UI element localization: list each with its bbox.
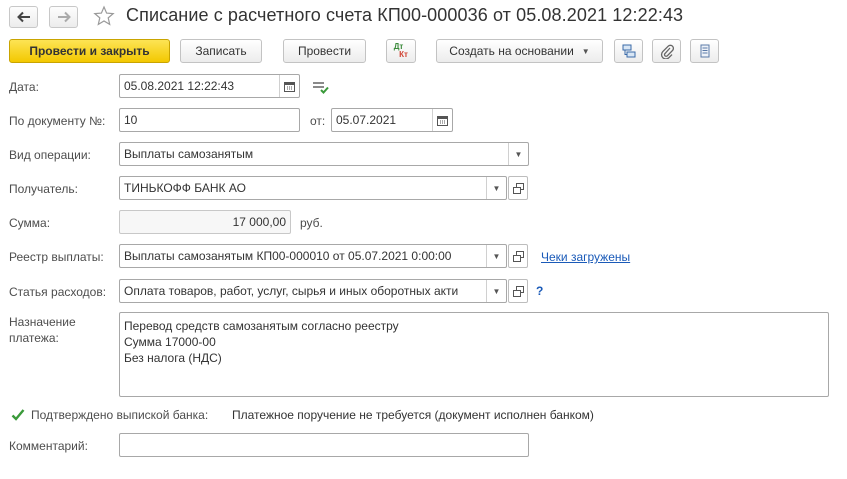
paperclip-icon <box>660 44 674 59</box>
date-calendar-button[interactable] <box>279 75 299 97</box>
chevron-down-icon: ▼ <box>492 286 501 296</box>
create-based-on-button[interactable]: Создать на основании ▼ <box>436 39 603 63</box>
purpose-textarea[interactable]: Перевод средств самозанятым согласно рее… <box>119 312 829 397</box>
edit-number-icon[interactable] <box>312 79 329 94</box>
expense-select[interactable]: Оплата товаров, работ, услуг, сырья и ин… <box>119 279 507 303</box>
dt-kt-button[interactable]: Дт Кт <box>386 39 416 63</box>
registry-open-button[interactable] <box>508 244 528 268</box>
registry-dropdown-button[interactable]: ▼ <box>486 245 506 267</box>
doc-date-field[interactable]: 05.07.2021 <box>331 108 453 132</box>
hierarchy-icon <box>622 44 635 58</box>
purpose-label: Назначение платежа: <box>9 314 76 346</box>
recipient-label: Получатель: <box>9 182 78 196</box>
recipient-value: ТИНЬКОФФ БАНК АО <box>124 181 246 195</box>
arrow-right-icon <box>57 11 71 23</box>
bank-confirmed-checkbox[interactable] <box>10 407 26 423</box>
amount-field[interactable]: 17 000,00 <box>119 210 291 234</box>
registry-select[interactable]: Выплаты самозанятым КП00-000010 от 05.07… <box>119 244 507 268</box>
purpose-line: Без налога (НДС) <box>124 351 222 365</box>
purpose-label-line2: платежа: <box>9 331 59 345</box>
doc-date-calendar-button[interactable] <box>432 109 452 131</box>
operation-dropdown-button[interactable]: ▼ <box>508 143 528 165</box>
forward-button[interactable] <box>49 6 78 28</box>
chevron-down-icon: ▼ <box>492 251 501 261</box>
doc-number-value: 10 <box>124 113 138 127</box>
doc-date-label: от: <box>310 114 326 128</box>
attach-file-button[interactable] <box>652 39 681 63</box>
date-label: Дата: <box>9 80 39 94</box>
calendar-icon <box>284 81 295 92</box>
comment-label: Комментарий: <box>9 439 88 453</box>
amount-value: 17 000,00 <box>232 215 286 229</box>
kt-label: Кт <box>399 50 408 59</box>
chevron-down-icon: ▼ <box>581 46 590 56</box>
purpose-line: Перевод средств самозанятым согласно рее… <box>124 319 399 333</box>
purpose-label-line1: Назначение <box>9 315 76 329</box>
recipient-open-button[interactable] <box>508 176 528 200</box>
create-based-on-label: Создать на основании <box>449 44 574 58</box>
back-button[interactable] <box>9 6 38 28</box>
recipient-dropdown-button[interactable]: ▼ <box>486 177 506 199</box>
command-bar: Провести и закрыть Записать Провести Дт … <box>0 37 847 65</box>
star-icon[interactable] <box>93 5 115 27</box>
more-actions-button[interactable] <box>690 39 719 63</box>
amount-currency: руб. <box>300 216 323 230</box>
open-window-icon <box>512 182 524 194</box>
post-and-close-button[interactable]: Провести и закрыть <box>9 39 170 63</box>
date-value: 05.08.2021 12:22:43 <box>124 79 235 93</box>
chevron-down-icon: ▼ <box>492 183 501 193</box>
operation-select[interactable]: Выплаты самозанятым ▼ <box>119 142 529 166</box>
page-title: Списание с расчетного счета КП00-000036 … <box>126 5 684 25</box>
structure-button[interactable] <box>614 39 643 63</box>
doc-date-value: 05.07.2021 <box>336 113 397 127</box>
amount-label: Сумма: <box>9 216 51 230</box>
title-bar: Списание с расчетного счета КП00-000036 … <box>0 0 847 34</box>
doc-number-label: По документу №: <box>9 114 106 128</box>
receipts-loaded-link[interactable]: Чеки загружены <box>541 250 630 264</box>
operation-value: Выплаты самозанятым <box>124 147 254 161</box>
expense-value: Оплата товаров, работ, услуг, сырья и ин… <box>124 284 459 298</box>
doc-number-field[interactable]: 10 <box>119 108 300 132</box>
calendar-icon <box>437 115 448 126</box>
date-field[interactable]: 05.08.2021 12:22:43 <box>119 74 300 98</box>
post-button[interactable]: Провести <box>283 39 366 63</box>
bank-confirmed-label: Подтверждено выпиской банка: <box>31 408 209 422</box>
open-window-icon <box>512 285 524 297</box>
list-icon <box>700 44 709 58</box>
expense-dropdown-button[interactable]: ▼ <box>486 280 506 302</box>
expense-help-icon[interactable]: ? <box>536 284 543 298</box>
dt-kt-icon: Дт Кт <box>394 43 409 59</box>
purpose-line: Сумма 17000-00 <box>124 335 216 349</box>
comment-input[interactable] <box>119 433 529 457</box>
arrow-left-icon <box>16 11 30 23</box>
operation-label: Вид операции: <box>9 148 91 162</box>
chevron-down-icon: ▼ <box>514 149 523 159</box>
expense-open-button[interactable] <box>508 279 528 303</box>
payment-order-note: Платежное поручение не требуется (докуме… <box>232 408 594 422</box>
recipient-select[interactable]: ТИНЬКОФФ БАНК АО ▼ <box>119 176 507 200</box>
registry-value: Выплаты самозанятым КП00-000010 от 05.07… <box>124 249 452 263</box>
save-button[interactable]: Записать <box>180 39 262 63</box>
registry-label: Реестр выплаты: <box>9 250 104 264</box>
expense-label: Статья расходов: <box>9 285 107 299</box>
open-window-icon <box>512 250 524 262</box>
